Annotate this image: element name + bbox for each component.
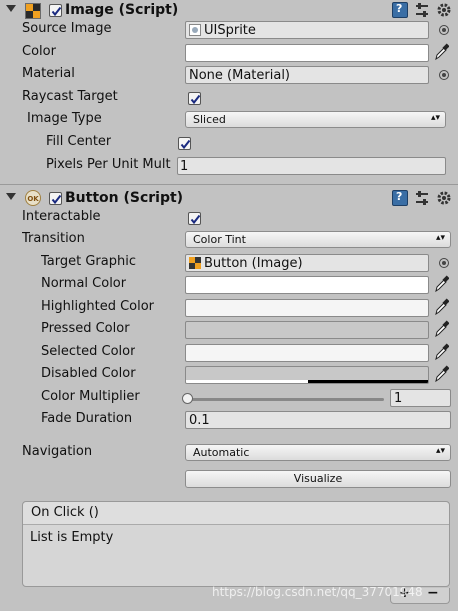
eyedropper-icon[interactable] [433, 298, 449, 316]
target-graphic-label: Target Graphic [41, 254, 136, 269]
eyedropper-icon[interactable] [433, 275, 449, 293]
watermark: https://blog.csdn.net/qq_37701948 [212, 585, 423, 599]
dropdown-arrow-icon: ▴▾ [435, 233, 445, 243]
alpha-bar-white [186, 380, 308, 383]
object-picker-icon[interactable] [439, 25, 449, 35]
sprite-icon [189, 24, 201, 36]
help-book-icon[interactable] [392, 2, 408, 18]
navigation-label: Navigation [22, 444, 93, 459]
normal-color-label: Normal Color [41, 276, 127, 291]
alpha-bar-black [308, 380, 428, 383]
preset-sliders-icon[interactable] [414, 190, 430, 206]
interactable-label: Interactable [22, 209, 101, 224]
pixels-per-unit-field[interactable]: 1 [177, 157, 446, 175]
object-picker-icon[interactable] [439, 258, 449, 268]
fill-center-label: Fill Center [46, 134, 112, 149]
image-icon [189, 257, 201, 269]
on-click-header: On Click () [23, 502, 449, 525]
highlighted-color-field[interactable] [185, 299, 429, 317]
color-multiplier-slider-track[interactable] [186, 398, 384, 401]
material-label: Material [22, 66, 75, 81]
color-field[interactable] [185, 44, 429, 62]
object-picker-icon[interactable] [439, 70, 449, 80]
svg-text:OK: OK [27, 195, 39, 203]
dropdown-arrow-icon: ▴▾ [435, 446, 445, 456]
material-field[interactable]: None (Material) [185, 66, 429, 84]
component-title: Button (Script) [65, 190, 184, 206]
pixels-per-unit-label: Pixels Per Unit Mult [46, 157, 171, 172]
eyedropper-icon[interactable] [433, 320, 449, 338]
fade-duration-field[interactable]: 0.1 [185, 411, 451, 429]
eyedropper-icon[interactable] [433, 365, 449, 383]
visualize-button[interactable]: Visualize [185, 470, 451, 488]
selected-color-field[interactable] [185, 344, 429, 362]
on-click-event-list: On Click () List is Empty [22, 501, 450, 587]
image-type-label: Image Type [27, 111, 102, 126]
image-component-icon [25, 3, 41, 19]
gear-icon[interactable] [436, 2, 452, 18]
fade-duration-label: Fade Duration [41, 411, 133, 426]
color-multiplier-field[interactable]: 1 [390, 389, 451, 407]
button-component-icon: OK [25, 190, 41, 206]
disabled-color-field[interactable] [185, 366, 429, 384]
fold-arrow-icon[interactable] [6, 193, 16, 200]
pressed-color-field[interactable] [185, 321, 429, 339]
component-separator [0, 184, 458, 185]
target-graphic-field[interactable]: Button (Image) [185, 254, 429, 272]
disabled-color-label: Disabled Color [41, 366, 136, 381]
button-enabled-checkbox[interactable] [49, 192, 62, 205]
preset-sliders-icon[interactable] [414, 2, 430, 18]
image-component-header[interactable]: Image (Script) [0, 0, 458, 22]
interactable-checkbox[interactable] [188, 212, 201, 225]
source-image-field[interactable]: UISprite [185, 21, 429, 39]
gear-icon[interactable] [436, 190, 452, 206]
on-click-title: On Click () [31, 505, 99, 520]
transition-dropdown[interactable]: Color Tint ▴▾ [185, 231, 451, 248]
transition-label: Transition [22, 231, 85, 246]
highlighted-color-label: Highlighted Color [41, 299, 155, 314]
selected-color-label: Selected Color [41, 344, 136, 359]
normal-color-field[interactable] [185, 276, 429, 294]
eyedropper-icon[interactable] [433, 343, 449, 361]
list-empty-text: List is Empty [30, 530, 114, 545]
pressed-color-label: Pressed Color [41, 321, 130, 336]
source-image-label: Source Image [22, 21, 112, 36]
fold-arrow-icon[interactable] [6, 5, 16, 12]
remove-event-icon[interactable]: − [427, 585, 439, 601]
image-enabled-checkbox[interactable] [49, 4, 62, 17]
navigation-dropdown[interactable]: Automatic ▴▾ [185, 444, 451, 461]
dropdown-arrow-icon: ▴▾ [430, 113, 440, 123]
raycast-target-label: Raycast Target [22, 89, 118, 104]
color-label: Color [22, 44, 56, 59]
color-multiplier-label: Color Multiplier [41, 389, 140, 404]
image-type-dropdown[interactable]: Sliced ▴▾ [185, 111, 446, 128]
button-component-header[interactable]: OK Button (Script) [0, 188, 458, 210]
component-title: Image (Script) [65, 2, 179, 18]
help-book-icon[interactable] [392, 190, 408, 206]
eyedropper-icon[interactable] [433, 43, 449, 61]
color-multiplier-slider-thumb[interactable] [182, 393, 193, 404]
raycast-target-checkbox[interactable] [188, 92, 201, 105]
fill-center-checkbox[interactable] [178, 137, 191, 150]
